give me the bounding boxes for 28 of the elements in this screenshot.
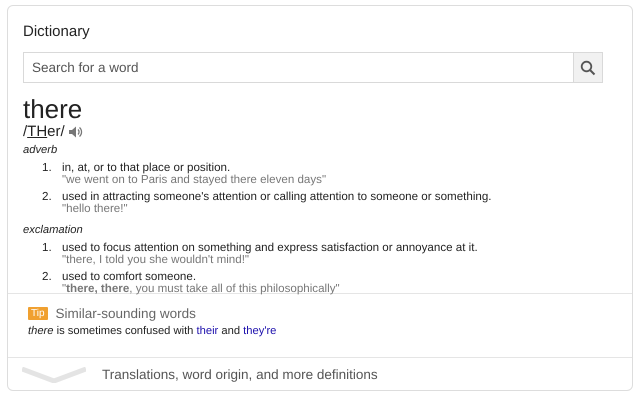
example-sentence: "there, there, you must take all of this philosophically" <box>62 282 341 294</box>
headword: there <box>23 95 82 123</box>
tip-sentence: there is sometimes confused with their and they're <box>28 325 276 337</box>
word-link[interactable]: their <box>196 325 218 337</box>
tip-badge: Tip <box>28 307 48 320</box>
part-of-speech: adverb <box>23 144 58 156</box>
more-definitions-button[interactable]: Translations, word origin, and more definitions <box>8 357 632 390</box>
search-icon <box>580 60 596 76</box>
part-of-speech: exclamation <box>23 224 83 236</box>
speaker-icon[interactable] <box>68 126 83 138</box>
sense-number: 1. <box>42 242 53 254</box>
sense-number: 1. <box>42 162 53 174</box>
definition: in, at, or to that place or position. <box>62 162 232 174</box>
sense-number: 2. <box>42 191 53 202</box>
definition: used to focus attention on something and express satisfaction or annoyance at it. <box>62 242 479 254</box>
word-link[interactable]: they're <box>243 325 276 337</box>
example-sentence: "there, I told you she wouldn't mind!" <box>62 254 250 265</box>
example-sentence: "we went on to Paris and stayed there eleven days" <box>62 174 328 185</box>
dictionary-title: Dictionary <box>23 23 90 40</box>
search-button[interactable] <box>573 52 603 83</box>
definition: used in attracting someone's attention or calling attention to someone or something. <box>62 191 493 202</box>
phonetic-spelling: /THer/ <box>23 123 65 140</box>
definition: used to comfort someone. <box>62 271 198 282</box>
chevron-down-icon <box>22 366 86 382</box>
search-field[interactable]: Search for a word <box>23 52 573 83</box>
sense-number: 2. <box>42 271 53 282</box>
tip-heading: Similar-sounding words <box>56 306 196 321</box>
example-sentence: "hello there!" <box>62 202 128 214</box>
